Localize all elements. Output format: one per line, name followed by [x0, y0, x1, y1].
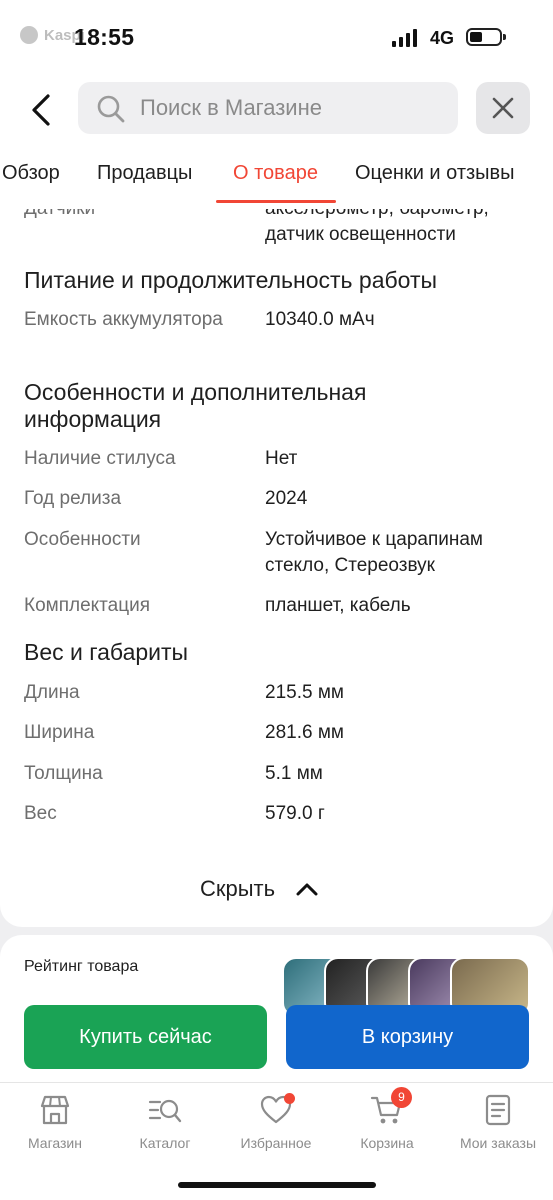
orders-icon	[485, 1094, 511, 1126]
buy-now-button[interactable]: Купить сейчас	[24, 1005, 267, 1069]
active-tab-indicator	[216, 200, 336, 203]
spec-label: Ширина	[24, 722, 95, 743]
section-title-features: Особенности и дополнительная информация	[24, 379, 367, 432]
kaspi-logo-icon	[20, 26, 38, 44]
spec-label: Наличие стилуса	[24, 448, 176, 469]
header: Обзор Продавцы О товаре Оценки и отзывы	[0, 74, 553, 209]
hide-specs-label: Скрыть	[200, 876, 276, 901]
close-icon	[492, 97, 514, 119]
nav-item-store[interactable]: Магазин	[0, 1093, 110, 1151]
tab-overview[interactable]: Обзор	[2, 162, 60, 185]
store-icon	[40, 1095, 70, 1125]
spec-value: планшет, кабель	[265, 595, 411, 616]
spec-label: Датчики	[24, 209, 244, 222]
back-icon[interactable]	[22, 90, 62, 130]
section-title-dimensions: Вес и габариты	[24, 639, 189, 665]
spec-value: Нет	[265, 448, 298, 469]
nav-label: Корзина	[360, 1135, 414, 1151]
spec-label: Год релиза	[24, 488, 122, 509]
product-tabs: Обзор Продавцы О товаре Оценки и отзывы	[0, 158, 553, 204]
favorites-dot-indicator	[284, 1093, 295, 1104]
search-box[interactable]	[78, 82, 458, 134]
spec-value: 215.5 мм	[265, 682, 344, 703]
spec-value: 5.1 мм	[265, 763, 323, 784]
cellular-signal-icon	[392, 29, 417, 47]
spec-label: Комплектация	[24, 595, 151, 616]
status-time: 18:55	[74, 24, 135, 50]
nav-label: Магазин	[27, 1135, 82, 1151]
nav-label: Каталог	[139, 1135, 191, 1151]
chevron-up-icon	[296, 883, 318, 896]
spec-label: Емкость аккумулятора	[24, 309, 223, 330]
network-type: 4G	[430, 28, 455, 48]
search-icon	[97, 95, 125, 123]
cart-count-badge: 9	[391, 1087, 412, 1108]
spec-value: Устойчивое к царапинам стекло, Стереозву…	[265, 529, 483, 576]
specs-content: Датчики акселерометр, барометр, датчик о…	[0, 209, 553, 927]
rating-title: Рейтинг товара	[24, 958, 139, 975]
catalog-search-icon	[148, 1099, 182, 1123]
tab-about-product[interactable]: О товаре	[233, 162, 318, 185]
spec-label: Длина	[24, 682, 80, 703]
spec-value: 579.0 г	[265, 803, 325, 824]
spec-value: 281.6 мм	[265, 722, 344, 743]
hide-specs-button[interactable]: Скрыть	[200, 869, 319, 909]
nav-item-cart[interactable]: 9 Корзина	[332, 1087, 442, 1151]
spec-value: акселерометр, барометр, датчик освещенно…	[265, 209, 489, 245]
battery-icon	[466, 28, 506, 46]
add-to-cart-button[interactable]: В корзину	[286, 1005, 529, 1069]
home-indicator[interactable]	[178, 1182, 376, 1188]
nav-label: Мои заказы	[459, 1135, 537, 1151]
spec-label: Толщина	[24, 763, 103, 784]
spec-label: Вес	[24, 803, 57, 824]
nav-item-catalog[interactable]: Каталог	[110, 1093, 220, 1151]
nav-item-favorites[interactable]: Избранное	[221, 1093, 331, 1151]
tab-reviews[interactable]: Оценки и отзывы	[355, 162, 515, 185]
nav-item-orders[interactable]: Мои заказы	[443, 1093, 553, 1151]
spec-label: Особенности	[24, 529, 141, 550]
spec-value: 2024	[265, 488, 308, 509]
nav-label: Избранное	[240, 1135, 312, 1151]
close-button[interactable]	[476, 82, 530, 134]
search-input[interactable]	[140, 82, 440, 134]
spec-value: 10340.0 мАч	[265, 309, 375, 330]
section-title-power: Питание и продолжительность работы	[24, 267, 438, 293]
tab-sellers[interactable]: Продавцы	[97, 162, 192, 185]
status-bar: Kaspi 18:55 4G	[0, 0, 553, 74]
